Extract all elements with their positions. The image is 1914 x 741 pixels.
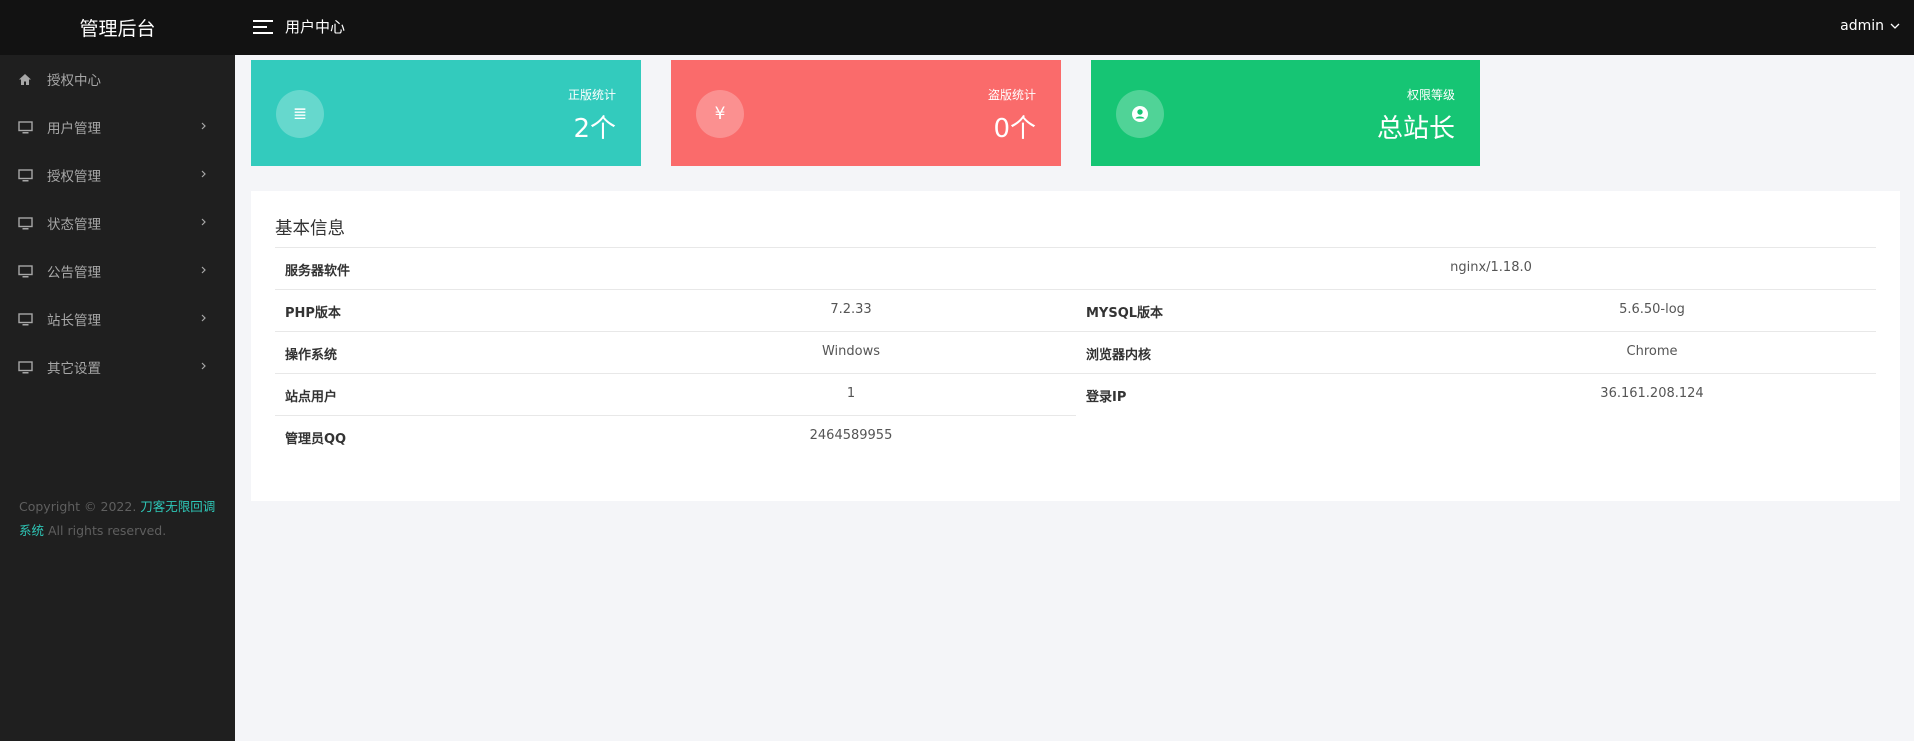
copyright-link[interactable]: 刀客无限回调	[140, 499, 215, 514]
sidebar-item-label: 状态管理	[47, 217, 101, 233]
top-bar: 管理后台 用户中心 admin	[0, 0, 1914, 55]
menu-toggle-icon[interactable]	[253, 19, 273, 35]
sidebar-item-label: 用户管理	[47, 121, 101, 137]
sidebar-item-license-management[interactable]: 授权管理	[0, 151, 235, 199]
chevron-right-icon	[201, 266, 206, 274]
stat-card-genuine: ≣ 正版统计 2个	[251, 60, 641, 166]
sidebar-item-label: 授权管理	[47, 169, 101, 185]
user-menu[interactable]: admin	[1840, 18, 1900, 34]
mysql-version-label: MYSQL版本	[1086, 306, 1164, 321]
stat-label: 正版统计	[567, 88, 616, 102]
site-users-value: 1	[846, 386, 856, 401]
stat-value: 2个	[573, 114, 616, 144]
browser-engine-label: 浏览器内核	[1086, 348, 1152, 363]
sidebar-item-auth-center[interactable]: 授权中心	[0, 55, 235, 103]
copyright-link-continued[interactable]: 系统	[19, 523, 44, 538]
chevron-right-icon	[201, 314, 206, 322]
php-version-value: 7.2.33	[830, 302, 872, 317]
admin-qq-label: 管理员QQ	[285, 432, 347, 447]
sidebar-item-label: 站长管理	[47, 313, 101, 329]
home-icon	[17, 71, 33, 87]
divider	[275, 331, 1876, 332]
user-name: admin	[1840, 18, 1884, 34]
chevron-right-icon	[201, 170, 206, 178]
brand-title[interactable]: 管理后台	[0, 0, 235, 55]
sidebar: 授权中心 用户管理 授权管理 状态管理 公告管理 站长管理 其它设置 Copyr…	[0, 55, 235, 741]
sidebar-item-label: 授权中心	[47, 73, 101, 89]
divider	[275, 247, 1876, 248]
chevron-right-icon	[201, 218, 206, 226]
php-version-label: PHP版本	[285, 306, 341, 321]
login-ip-value: 36.161.208.124	[1600, 386, 1704, 401]
list-icon: ≣	[276, 90, 324, 138]
divider	[275, 289, 1876, 290]
server-software-label: 服务器软件	[285, 264, 351, 279]
basic-info-panel: 基本信息 服务器软件 nginx/1.18.0 PHP版本 7.2.33 MYS…	[251, 191, 1900, 501]
sidebar-item-other-settings[interactable]: 其它设置	[0, 343, 235, 391]
sidebar-item-webmaster-management[interactable]: 站长管理	[0, 295, 235, 343]
stat-value: 总站长	[1376, 114, 1455, 144]
divider	[275, 373, 1876, 374]
monitor-icon	[17, 263, 33, 279]
stat-value: 0个	[993, 114, 1036, 144]
chevron-down-icon	[1890, 23, 1900, 29]
monitor-icon	[17, 119, 33, 135]
os-value: Windows	[821, 344, 881, 359]
page-title: 用户中心	[285, 18, 346, 36]
monitor-icon	[17, 215, 33, 231]
yen-icon: ¥	[696, 90, 744, 138]
login-ip-label: 登录IP	[1086, 390, 1127, 405]
os-label: 操作系统	[285, 348, 338, 363]
sidebar-item-status-management[interactable]: 状态管理	[0, 199, 235, 247]
chevron-right-icon	[201, 122, 206, 130]
user-circle-icon	[1116, 90, 1164, 138]
chevron-right-icon	[201, 362, 206, 370]
server-software-value: nginx/1.18.0	[1450, 260, 1532, 275]
sidebar-item-label: 公告管理	[47, 265, 101, 281]
stat-card-pirated: ¥ 盗版统计 0个	[671, 60, 1061, 166]
copyright: Copyright © 2022. 刀客无限回调 系统 All rights r…	[19, 495, 219, 543]
divider	[275, 415, 1076, 416]
admin-qq-value: 2464589955	[809, 428, 893, 443]
stat-card-permission-level: 权限等级 总站长	[1091, 60, 1480, 166]
monitor-icon	[17, 167, 33, 183]
panel-title: 基本信息	[275, 219, 345, 239]
stat-label: 盗版统计	[987, 88, 1036, 102]
sidebar-item-announcement-management[interactable]: 公告管理	[0, 247, 235, 295]
browser-engine-value: Chrome	[1626, 344, 1678, 359]
copyright-suffix: All rights reserved.	[48, 523, 167, 538]
monitor-icon	[17, 359, 33, 375]
sidebar-item-label: 其它设置	[47, 361, 101, 377]
mysql-version-value: 5.6.50-log	[1619, 302, 1685, 317]
monitor-icon	[17, 311, 33, 327]
copyright-prefix: Copyright © 2022.	[19, 499, 137, 514]
sidebar-item-user-management[interactable]: 用户管理	[0, 103, 235, 151]
stat-label: 权限等级	[1406, 88, 1455, 102]
site-users-label: 站点用户	[285, 390, 338, 405]
